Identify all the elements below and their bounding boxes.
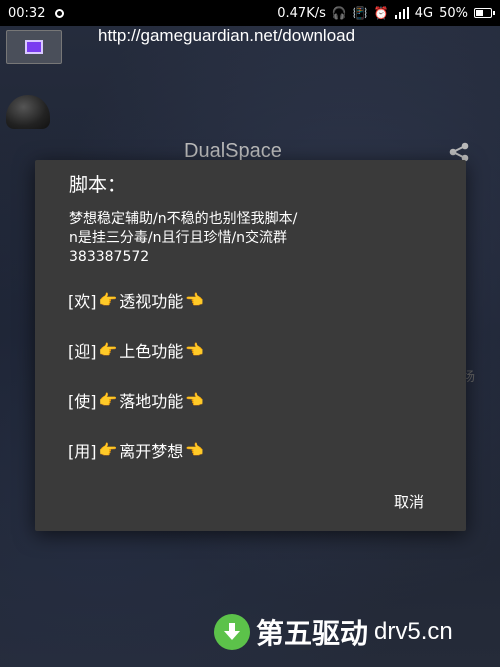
option-prefix: [欢] (68, 292, 97, 311)
pointing-right-icon: 👉 (98, 441, 118, 459)
script-dialog: 脚本： 梦想稳定辅助/n不稳的也别怪我脚本/ n是挂三分毒/n且行且珍惜/n交流… (35, 160, 466, 531)
alarm-icon: ⏰ (373, 6, 389, 20)
option-label: 上色功能 (119, 342, 184, 361)
option-color[interactable]: [迎] 👉 上色功能 👈 (68, 338, 206, 362)
pointing-right-icon: 👉 (98, 341, 118, 359)
watermark: 第五驱动 drv5.cn (214, 612, 453, 652)
option-label: 落地功能 (119, 392, 184, 411)
watermark-domain: drv5.cn (374, 618, 453, 645)
option-landing[interactable]: [使] 👉 落地功能 👈 (68, 388, 206, 412)
option-prefix: [迎] (68, 342, 97, 361)
pointing-right-icon: 👉 (98, 291, 118, 309)
pointing-left-icon: 👈 (185, 441, 204, 459)
notification-icon (55, 8, 65, 18)
download-arrow-icon (214, 614, 250, 650)
gameguardian-icon (25, 40, 43, 54)
network-type: 4G (414, 5, 434, 21)
battery-icon (474, 8, 495, 18)
pointing-left-icon: 👈 (185, 291, 204, 309)
share-icon[interactable] (446, 142, 472, 162)
option-prefix: [用] (68, 442, 97, 461)
headphone-icon: 🎧 (331, 6, 347, 20)
vibrate-icon: 📳 (352, 6, 368, 20)
status-bar: 00:32 0.47K/s 🎧 📳 ⏰ 4G 50% (0, 0, 500, 26)
dialog-message: 梦想稳定辅助/n不稳的也别怪我脚本/ n是挂三分毒/n且行且珍惜/n交流群 38… (69, 211, 298, 265)
watermark-text: 第五驱动 (256, 617, 369, 650)
pointing-left-icon: 👈 (185, 341, 204, 359)
status-time: 00:32 (8, 5, 46, 21)
pointing-left-icon: 👈 (185, 391, 204, 409)
pointing-right-icon: 👉 (98, 391, 118, 409)
option-xray[interactable]: [欢] 👉 透视功能 👈 (68, 288, 206, 312)
option-label: 透视功能 (119, 292, 184, 311)
signal-icon (394, 7, 409, 19)
network-speed: 0.47K/s (277, 5, 326, 21)
gameguardian-float-button[interactable] (6, 30, 62, 64)
download-url: http://gameguardian.net/download (98, 26, 356, 45)
dialog-title: 脚本： (69, 174, 127, 196)
option-prefix: [使] (68, 392, 97, 411)
cancel-button[interactable]: 取消 (394, 491, 424, 512)
battery-percent: 50% (439, 5, 468, 21)
option-label: 离开梦想 (119, 442, 184, 461)
option-exit[interactable]: [用] 👉 离开梦想 👈 (68, 438, 206, 462)
